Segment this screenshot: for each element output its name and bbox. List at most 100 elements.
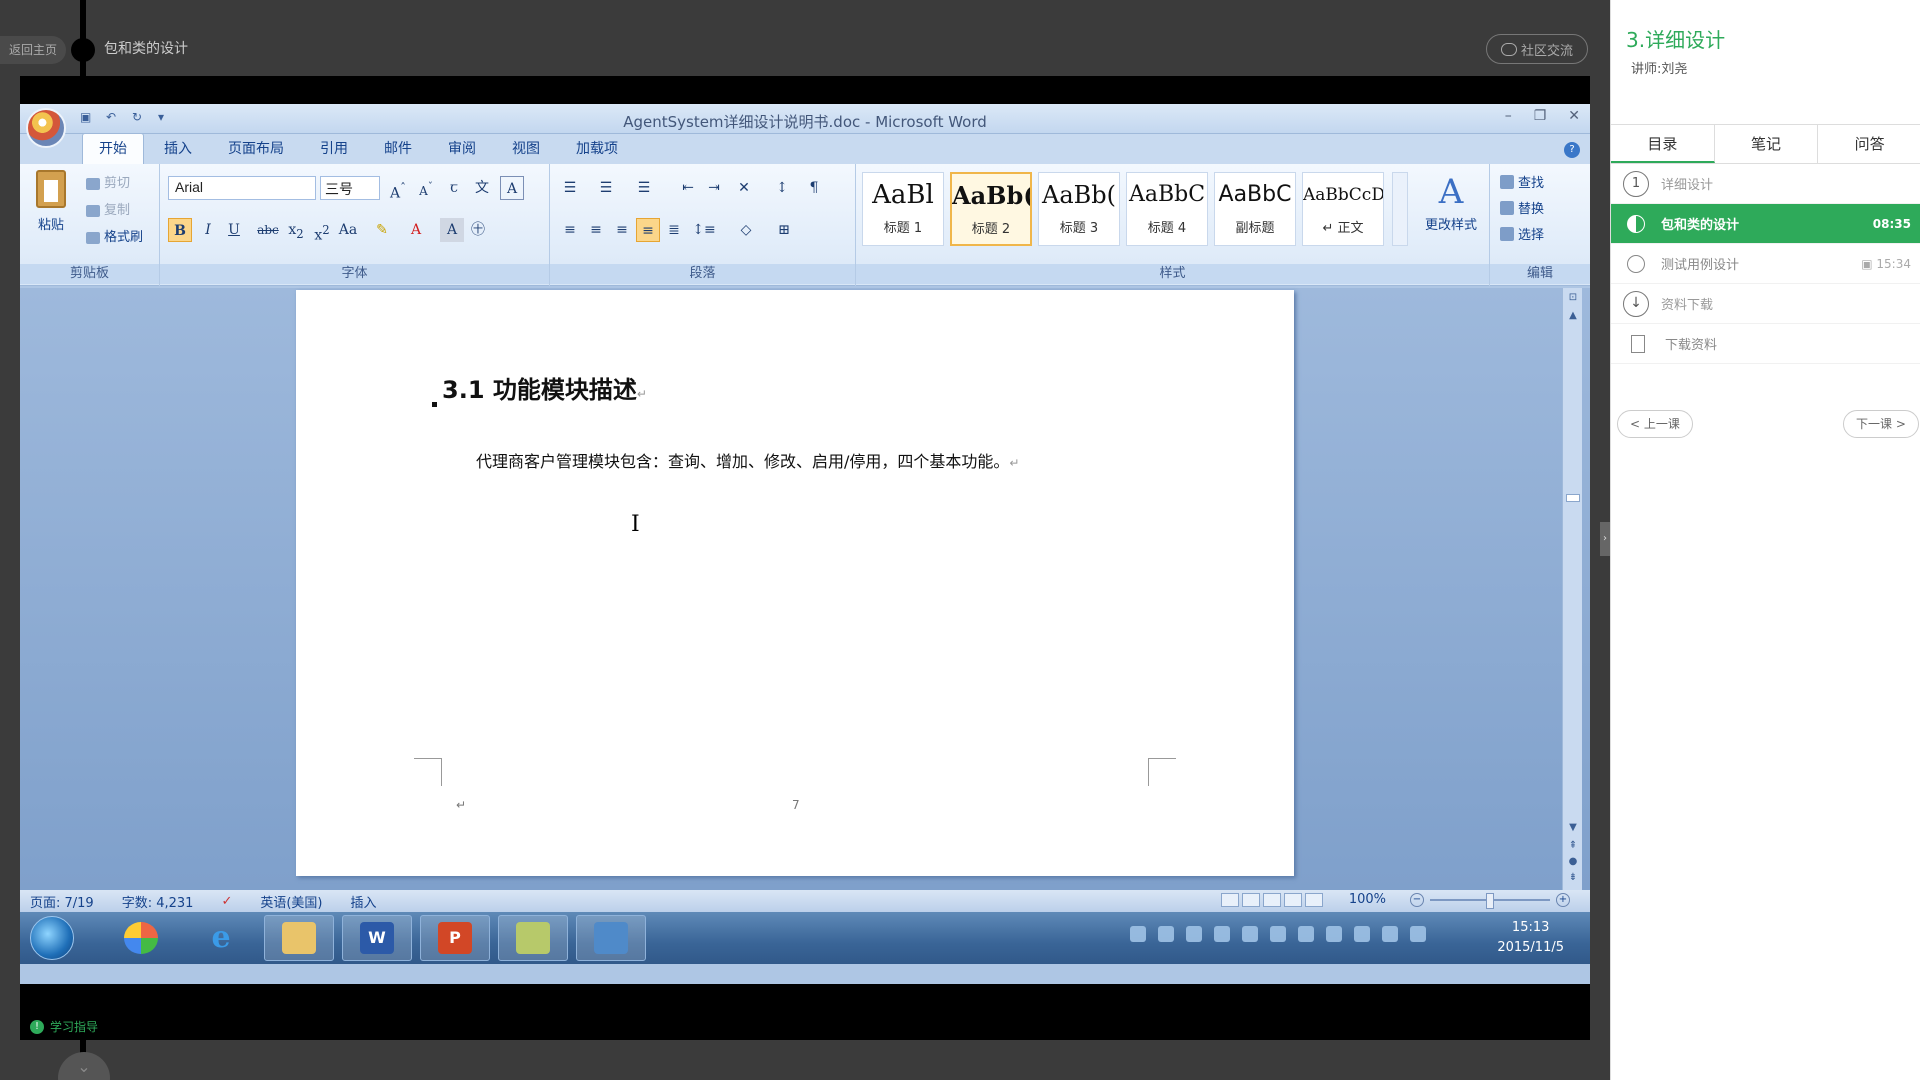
- shrink-font-button[interactable]: Aˇ: [414, 176, 438, 200]
- align-right-icon[interactable]: ≡: [610, 218, 634, 242]
- cloud-icon[interactable]: [1354, 926, 1370, 942]
- justify-icon[interactable]: ≡: [636, 218, 660, 242]
- tab-notes[interactable]: 笔记: [1715, 125, 1819, 163]
- reading-layout-icon[interactable]: [1241, 892, 1260, 907]
- status-mode[interactable]: 插入: [351, 892, 377, 911]
- change-styles-button[interactable]: A 更改样式: [1416, 170, 1486, 233]
- start-button-icon[interactable]: [30, 916, 74, 960]
- superscript-button[interactable]: x2: [310, 218, 334, 244]
- office-button-icon[interactable]: [26, 108, 66, 148]
- tab-mailings[interactable]: 邮件: [368, 134, 428, 164]
- keyboard-icon[interactable]: [1130, 926, 1146, 942]
- subscript-button[interactable]: x2: [284, 218, 308, 242]
- print-layout-icon[interactable]: [1220, 892, 1239, 907]
- taskbar-notes[interactable]: [498, 915, 568, 961]
- font-color-icon[interactable]: A: [404, 218, 428, 242]
- decrease-indent-icon[interactable]: ⇤: [676, 176, 700, 200]
- taskbar-powerpoint[interactable]: P: [420, 915, 490, 961]
- network-icon[interactable]: [1298, 926, 1314, 942]
- replace-button[interactable]: 替换: [1500, 198, 1544, 217]
- copy-button[interactable]: 复制: [86, 197, 143, 224]
- style-normal[interactable]: AaBbCcDc ↵ 正文: [1302, 172, 1384, 246]
- chevron-down-icon[interactable]: ⌄: [58, 1052, 110, 1080]
- lesson-row-current[interactable]: 包和类的设计 08:35: [1611, 204, 1920, 244]
- taskbar-ie[interactable]: e: [186, 915, 256, 961]
- font-size-select[interactable]: 三号: [320, 176, 380, 200]
- format-painter-button[interactable]: 格式刷: [86, 224, 143, 251]
- taskbar-gallery[interactable]: [576, 915, 646, 961]
- zoom-level[interactable]: 100%: [1349, 892, 1386, 907]
- italic-button[interactable]: I: [196, 218, 220, 242]
- status-page[interactable]: 页面: 7/19: [30, 892, 94, 911]
- scroll-thumb[interactable]: [1566, 494, 1580, 502]
- style-heading-1[interactable]: AaBl 标题 1: [862, 172, 944, 246]
- draft-icon[interactable]: [1304, 892, 1323, 907]
- char-shading-button[interactable]: A: [440, 218, 464, 242]
- tab-insert[interactable]: 插入: [148, 134, 208, 164]
- next-lesson-button[interactable]: 下一课 >: [1843, 410, 1919, 438]
- underline-button[interactable]: U: [222, 218, 246, 242]
- download-item-row[interactable]: 下载资料: [1611, 324, 1920, 364]
- tab-references[interactable]: 引用: [304, 134, 364, 164]
- browse-object-icon[interactable]: ●: [1566, 856, 1580, 868]
- sidebar-toggle-icon[interactable]: ›: [1600, 522, 1610, 556]
- community-button[interactable]: 社区交流: [1486, 34, 1588, 64]
- vertical-scrollbar[interactable]: ⊡ ▲ ▼ ⇞ ● ⇟: [1562, 288, 1582, 890]
- proofing-icon[interactable]: ✓: [221, 894, 232, 909]
- taskbar-apps-grid[interactable]: [106, 915, 176, 961]
- char-border-button[interactable]: A: [500, 176, 524, 200]
- lesson-row[interactable]: 测试用例设计 ▣ 15:34: [1611, 244, 1920, 284]
- zoom-slider[interactable]: [1430, 892, 1550, 909]
- shield-icon[interactable]: [1326, 926, 1342, 942]
- restore-icon[interactable]: ❐: [1534, 108, 1547, 124]
- status-words[interactable]: 字数: 4,231: [122, 892, 194, 911]
- tab-addins[interactable]: 加载项: [560, 134, 634, 164]
- close-icon[interactable]: ✕: [1568, 108, 1580, 124]
- zoom-in-icon[interactable]: +: [1556, 892, 1570, 907]
- bullets-icon[interactable]: ☰: [558, 176, 582, 200]
- scroll-down-icon[interactable]: ▼: [1566, 822, 1580, 834]
- borders-icon[interactable]: ⊞: [772, 218, 796, 242]
- sort-icon[interactable]: ↕: [770, 176, 794, 200]
- tab-home[interactable]: 开始: [82, 133, 144, 164]
- tab-page-layout[interactable]: 页面布局: [212, 134, 300, 164]
- ruler-toggle-icon[interactable]: ⊡: [1566, 292, 1580, 304]
- document-heading[interactable]: 3.1 功能模块描述↵: [442, 370, 647, 405]
- flag2-icon[interactable]: [1242, 926, 1258, 942]
- download-chapter-row[interactable]: ↓ 资料下载: [1611, 284, 1920, 324]
- clear-format-button[interactable]: ꞇ: [442, 176, 466, 200]
- prev-lesson-button[interactable]: < 上一课: [1617, 410, 1693, 438]
- change-case-button[interactable]: Aa: [336, 218, 360, 242]
- style-heading-3[interactable]: AaBb( 标题 3: [1038, 172, 1120, 246]
- help-icon[interactable]: ?: [1564, 142, 1580, 158]
- scroll-up-icon[interactable]: ▲: [1566, 310, 1580, 322]
- line-spacing-icon[interactable]: ↕≡: [692, 218, 716, 242]
- grow-font-button[interactable]: Aˆ: [386, 176, 410, 202]
- shading-icon[interactable]: ◇: [734, 218, 758, 242]
- enclose-char-button[interactable]: ㊉: [466, 218, 490, 242]
- display-icon[interactable]: [1410, 926, 1426, 942]
- multilevel-list-icon[interactable]: ☰: [632, 176, 656, 200]
- select-button[interactable]: 选择: [1500, 224, 1544, 243]
- tab-catalog[interactable]: 目录: [1611, 125, 1715, 163]
- back-home-button[interactable]: 返回主页: [0, 36, 66, 64]
- app-tray-icon[interactable]: [1270, 926, 1286, 942]
- find-button[interactable]: 查找: [1500, 172, 1544, 191]
- distributed-icon[interactable]: ≣: [662, 218, 686, 242]
- taskbar-clock[interactable]: 15:13 2015/11/5: [1497, 918, 1564, 958]
- align-center-icon[interactable]: ≡: [584, 218, 608, 242]
- align-left-icon[interactable]: ≡: [558, 218, 582, 242]
- chapter-row[interactable]: 1 详细设计: [1611, 164, 1920, 204]
- chat-tray-icon[interactable]: [1186, 926, 1202, 942]
- tab-qa[interactable]: 问答: [1818, 125, 1920, 163]
- cut-button[interactable]: 剪切: [86, 170, 143, 197]
- bold-button[interactable]: B: [168, 218, 192, 242]
- paste-button[interactable]: 粘贴: [34, 170, 68, 246]
- phonetic-guide-button[interactable]: 文: [470, 176, 494, 200]
- increase-indent-icon[interactable]: ⇥: [702, 176, 726, 200]
- tab-view[interactable]: 视图: [496, 134, 556, 164]
- outline-icon[interactable]: [1283, 892, 1302, 907]
- minimize-icon[interactable]: –: [1505, 108, 1512, 124]
- numbering-icon[interactable]: ☰: [594, 176, 618, 200]
- status-language[interactable]: 英语(美国): [260, 892, 322, 911]
